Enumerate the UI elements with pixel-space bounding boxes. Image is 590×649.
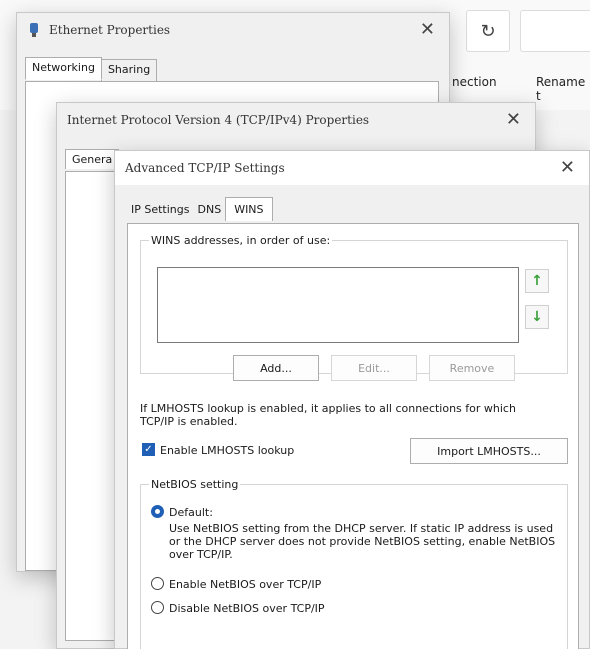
remove-button[interactable]: Remove: [429, 355, 515, 381]
connection-command[interactable]: nection: [452, 75, 497, 89]
ethernet-titlebar: Ethernet Properties: [17, 13, 449, 47]
wins-addresses-label: WINS addresses, in order of use:: [151, 234, 331, 247]
netbios-group: NetBIOS setting Default: Use NetBIOS set…: [140, 478, 568, 649]
tab-sharing[interactable]: Sharing: [100, 59, 158, 82]
wins-address-list[interactable]: [157, 267, 519, 343]
import-lmhosts-button[interactable]: Import LMHOSTS...: [410, 438, 568, 464]
edit-button[interactable]: Edit...: [331, 355, 417, 381]
network-adapter-icon: [30, 23, 38, 37]
refresh-icon: ↻: [480, 20, 496, 42]
enable-lmhosts-checkbox[interactable]: ✓: [142, 443, 155, 456]
ipv4-titlebar: Internet Protocol Version 4 (TCP/IPv4) P…: [57, 103, 535, 137]
advanced-tabs: IP Settings DNS WINS: [127, 197, 273, 221]
tab-dns[interactable]: DNS: [194, 198, 226, 221]
arrow-down-icon: ↓: [531, 309, 543, 325]
add-button[interactable]: Add...: [233, 355, 319, 381]
netbios-default-description: Use NetBIOS setting from the DHCP server…: [169, 522, 556, 561]
netbios-default-radio[interactable]: [151, 505, 164, 518]
arrow-up-icon: ↑: [531, 273, 543, 289]
search-box[interactable]: [520, 10, 590, 52]
tab-general[interactable]: Genera: [65, 149, 120, 169]
tab-wins[interactable]: WINS: [225, 197, 273, 221]
enable-netbios-radio[interactable]: [151, 577, 164, 590]
disable-netbios-label[interactable]: Disable NetBIOS over TCP/IP: [169, 602, 325, 615]
close-icon[interactable]: ✕: [506, 109, 521, 130]
close-icon[interactable]: ✕: [560, 157, 575, 178]
advanced-title: Advanced TCP/IP Settings: [125, 161, 285, 175]
enable-lmhosts-label[interactable]: Enable LMHOSTS lookup: [160, 444, 294, 457]
close-icon[interactable]: ✕: [420, 19, 435, 40]
lmhosts-note: If LMHOSTS lookup is enabled, it applies…: [140, 402, 516, 428]
tab-ip-settings[interactable]: IP Settings: [127, 198, 194, 221]
advanced-tcpip-window: Advanced TCP/IP Settings ✕ IP Settings D…: [114, 150, 590, 649]
tab-networking[interactable]: Networking: [25, 57, 102, 80]
enable-netbios-label[interactable]: Enable NetBIOS over TCP/IP: [169, 578, 321, 591]
netbios-label: NetBIOS setting: [151, 478, 239, 491]
disable-netbios-radio[interactable]: [151, 601, 164, 614]
ipv4-title: Internet Protocol Version 4 (TCP/IPv4) P…: [67, 113, 370, 127]
wins-panel: WINS addresses, in order of use: ↑ ↓ Add…: [127, 223, 579, 649]
ethernet-tabs: Networking Sharing: [25, 57, 158, 82]
move-up-button[interactable]: ↑: [525, 269, 549, 293]
advanced-titlebar: Advanced TCP/IP Settings: [115, 151, 589, 185]
ethernet-title: Ethernet Properties: [49, 23, 171, 37]
wins-addresses-group: WINS addresses, in order of use: ↑ ↓ Add…: [140, 234, 568, 381]
move-down-button[interactable]: ↓: [525, 305, 549, 329]
rename-command[interactable]: Rename t: [536, 75, 590, 103]
netbios-default-label[interactable]: Default:: [169, 506, 213, 519]
refresh-button[interactable]: ↻: [466, 10, 510, 52]
